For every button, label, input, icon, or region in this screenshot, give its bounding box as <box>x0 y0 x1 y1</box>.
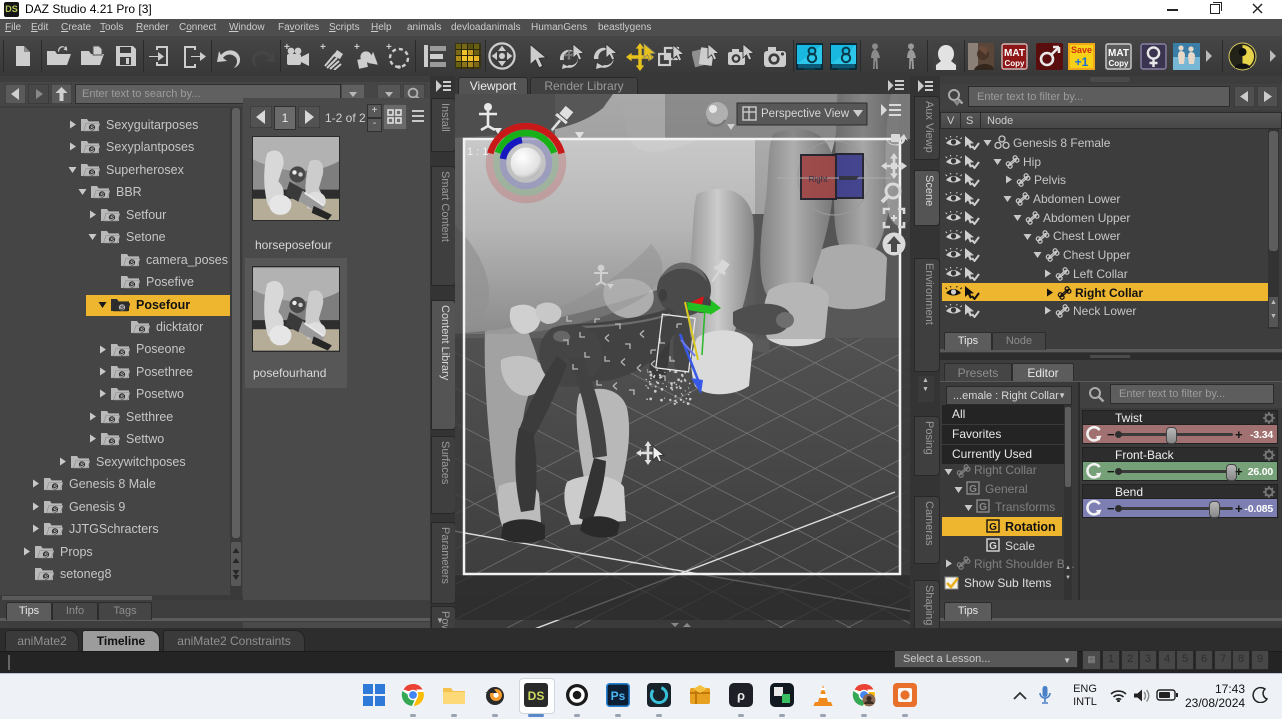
svg-text:S: S <box>90 170 95 177</box>
svg-text:G: G <box>979 502 987 513</box>
svg-text:Save: Save <box>1071 45 1092 55</box>
svg-text:Copy: Copy <box>1005 59 1026 68</box>
svg-text:S: S <box>110 215 115 222</box>
svg-text:+1: +1 <box>1075 55 1089 69</box>
svg-text:G: G <box>989 541 997 552</box>
svg-text:Right: Right <box>809 175 828 184</box>
svg-text:S: S <box>53 484 58 491</box>
svg-text:+: + <box>320 42 326 53</box>
svg-text:S: S <box>44 574 49 581</box>
svg-text:Ps: Ps <box>611 689 626 703</box>
svg-text:S: S <box>120 350 125 357</box>
svg-text:S: S <box>53 529 58 536</box>
svg-text:Perspective View: Perspective View <box>761 108 850 120</box>
svg-text:S: S <box>120 372 125 379</box>
svg-text:S: S <box>90 125 95 132</box>
svg-text:Copy: Copy <box>1109 59 1130 68</box>
svg-text:S: S <box>140 327 145 334</box>
svg-text:S: S <box>110 439 115 446</box>
svg-text:+: + <box>354 42 360 53</box>
svg-text:S: S <box>120 394 125 401</box>
svg-text:MAT: MAT <box>1004 48 1025 59</box>
svg-text:S: S <box>44 552 49 559</box>
svg-text:S: S <box>110 237 115 244</box>
svg-text:+: + <box>386 42 392 53</box>
svg-text:S: S <box>130 282 135 289</box>
svg-text:MAT: MAT <box>1108 48 1129 59</box>
svg-text:DS: DS <box>528 689 545 703</box>
svg-text:S: S <box>53 507 58 514</box>
svg-text:S: S <box>110 417 115 424</box>
svg-text:1 : 1: 1 : 1 <box>467 146 488 158</box>
svg-text:S: S <box>100 192 105 199</box>
svg-text:S: S <box>120 305 125 312</box>
svg-text:G: G <box>989 522 997 533</box>
svg-text:S: S <box>80 462 85 469</box>
svg-text:ρ: ρ <box>737 688 745 703</box>
svg-text:S: S <box>90 147 95 154</box>
svg-text:S: S <box>130 260 135 267</box>
svg-text:G: G <box>969 484 977 495</box>
